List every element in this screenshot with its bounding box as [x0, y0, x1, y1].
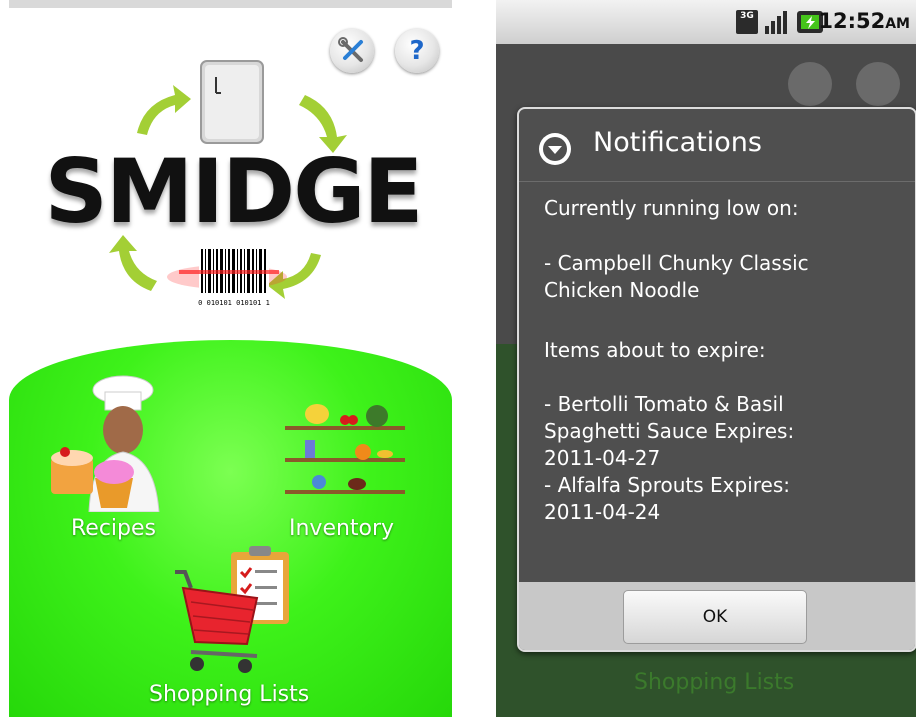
signal-icon [765, 11, 787, 34]
expire-header: Items about to expire: [544, 338, 766, 362]
status-clock: 12:52AM [818, 9, 910, 33]
notifications-dialog: Notifications Currently running low on: … [517, 107, 916, 652]
recipes-button[interactable]: Recipes [39, 372, 179, 547]
dimmed-settings-button [788, 62, 832, 106]
chef-icon [51, 375, 160, 512]
ok-button[interactable]: OK [623, 590, 807, 644]
app-logo-text: SMIDGE [44, 140, 423, 243]
refrigerator-icon [200, 60, 264, 144]
expire-item-line: 2011-04-24 [544, 500, 661, 524]
barcode-number: 0 010101 010101 1 [198, 299, 270, 307]
shopping-cart-icon [175, 546, 289, 673]
status-bar: 3G 12:52AM [496, 0, 916, 44]
expire-item-line: 2011-04-27 [544, 446, 661, 470]
expire-item-line: Spaghetti Sauce Expires: [544, 419, 795, 443]
dialog-footer: OK [519, 582, 915, 650]
shopping-lists-button[interactable]: Shopping Lists [149, 538, 339, 717]
smidge-home-screen: ? 0 010101 010101 1 SMIDGE Recipes Inven… [9, 0, 452, 717]
dimmed-shopping-lists-label: Shopping Lists [634, 670, 795, 695]
help-icon: ? [409, 36, 425, 66]
low-stock-item-line: - Campbell Chunky Classic [544, 251, 809, 275]
low-stock-header: Currently running low on: [544, 196, 799, 220]
shelves-icon [285, 404, 405, 494]
notifications-screen: Shopping Lists 3G 12:52AM Notifications … [496, 0, 916, 717]
low-stock-item-line: Chicken Noodle [544, 278, 700, 302]
inventory-button[interactable]: Inventory [271, 392, 421, 547]
network-type-icon: 3G [736, 10, 758, 34]
recipes-label: Recipes [71, 516, 157, 541]
dimmed-help-button [856, 62, 900, 106]
expire-item-line: - Alfalfa Sprouts Expires: [544, 473, 790, 497]
expire-item-line: - Bertolli Tomato & Basil [544, 392, 784, 416]
title-divider [519, 181, 915, 182]
help-button[interactable]: ? [395, 29, 439, 73]
chevron-down-icon [539, 133, 571, 165]
shopping-lists-label: Shopping Lists [149, 682, 310, 707]
top-edge [9, 0, 452, 8]
barcode-icon: 0 010101 010101 1 [167, 247, 287, 307]
dialog-title: Notifications [593, 127, 762, 158]
